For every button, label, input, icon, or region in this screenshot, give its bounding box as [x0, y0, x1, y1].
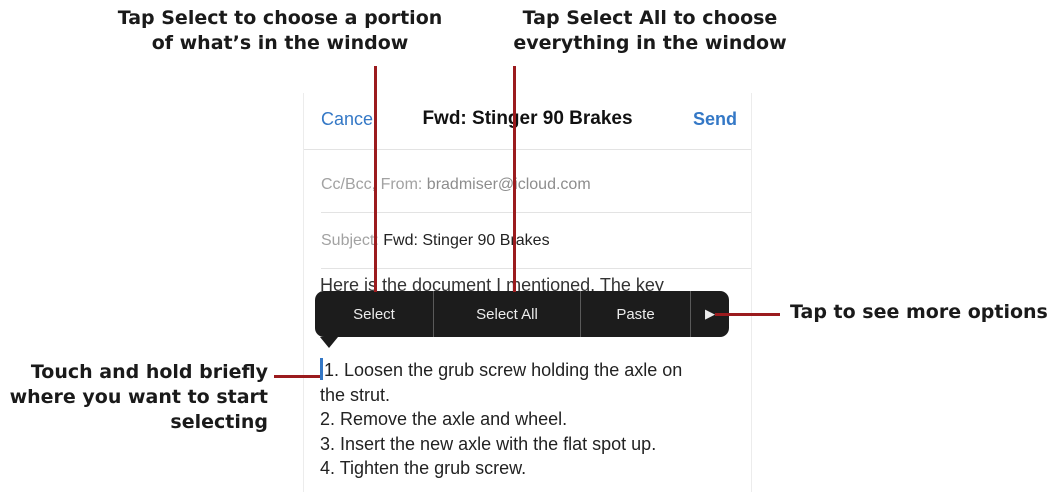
edit-menu: Select Select All Paste ▶ [315, 291, 729, 337]
subject-field[interactable]: Subject: Fwd: Stinger 90 Brakes [321, 213, 751, 269]
callout-touch-leader [274, 375, 320, 378]
from-address: bradmiser@icloud.com [426, 176, 591, 193]
subject-label: Subject: [321, 232, 379, 249]
callout-select: Tap Select to choose a portion of what’s… [70, 6, 490, 56]
body-line: 3. Insert the new axle with the flat spo… [320, 433, 657, 454]
text-cursor[interactable] [320, 358, 323, 380]
callout-touch-line1: Touch and hold briefly [30, 361, 268, 383]
callout-more-text: Tap to see more options [790, 301, 1048, 323]
body-line: 1. Loosen the grub screw holding the axl… [320, 358, 745, 383]
nav-bar: Cancel Fwd: Stinger 90 Brakes Send [304, 93, 751, 150]
compose-title: Fwd: Stinger 90 Brakes [422, 108, 633, 129]
callout-touch-line3: selecting [170, 411, 268, 433]
paste-menu-item[interactable]: Paste [581, 291, 691, 337]
body-line-text: 1. Loosen the grub screw holding the axl… [324, 360, 683, 380]
cc-from-field[interactable]: Cc/Bcc, From: bradmiser@icloud.com [321, 157, 751, 213]
body-line: 4. Tighten the grub screw. [320, 458, 527, 478]
subject-value: Fwd: Stinger 90 Brakes [383, 232, 550, 249]
body-line: the strut. [320, 384, 391, 405]
message-body[interactable]: 1. Loosen the grub screw holding the axl… [320, 358, 745, 481]
callout-more-leader [715, 313, 780, 316]
callout-select-all-line2: everything in the window [513, 32, 787, 54]
body-line: 2. Remove the axle and wheel. [320, 409, 568, 429]
callout-more-options: Tap to see more options [790, 300, 1048, 325]
mail-compose-screen: Cancel Fwd: Stinger 90 Brakes Send Cc/Bc… [303, 93, 752, 492]
select-all-menu-item[interactable]: Select All [434, 291, 581, 337]
callout-select-line2: of what’s in the window [151, 32, 409, 54]
callout-touch-hold: Touch and hold briefly where you want to… [0, 360, 268, 435]
triangle-right-icon: ▶ [705, 306, 715, 321]
callout-select-all-line1: Tap Select All to choose [522, 7, 778, 29]
cc-from-label: Cc/Bcc, From: [321, 176, 423, 193]
callout-select-line1: Tap Select to choose a portion [117, 7, 443, 29]
callout-select-all-leader [513, 66, 516, 292]
send-button[interactable]: Send [693, 109, 737, 130]
callout-select-all: Tap Select All to choose everything in t… [500, 6, 800, 56]
callout-touch-line2: where you want to start [9, 386, 268, 408]
select-menu-item[interactable]: Select [315, 291, 434, 337]
menu-pointer [320, 337, 338, 348]
callout-select-leader [374, 66, 377, 292]
